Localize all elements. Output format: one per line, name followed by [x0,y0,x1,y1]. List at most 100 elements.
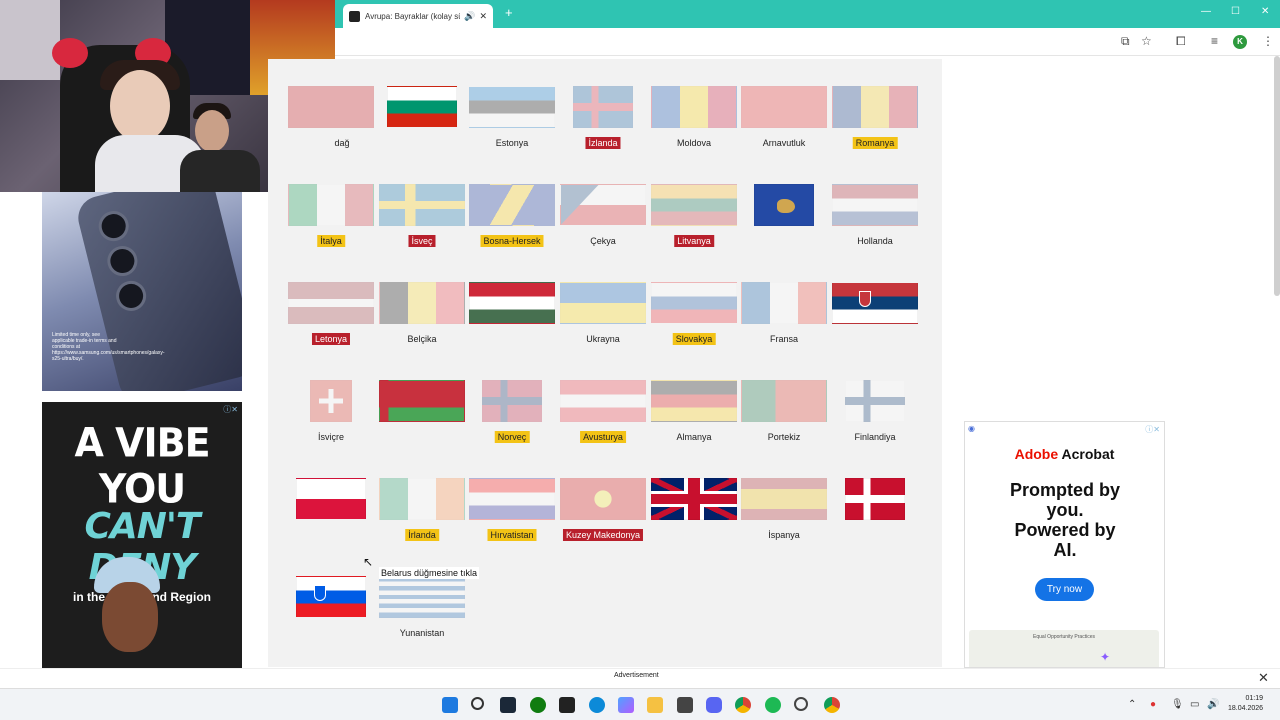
close-ad-icon[interactable]: ✕ [1258,670,1269,686]
copilot-icon[interactable] [618,697,634,713]
flag-lithuania-label: Litvanya [674,235,714,247]
flag-iceland [573,86,633,128]
close-window-icon[interactable]: ✕ [1261,6,1269,17]
flag-slovakia [651,282,737,324]
flag-sweden [379,184,465,226]
bookmark-star-icon[interactable]: ☆ [1141,34,1152,48]
ad-fine-print: Limited time only, see applicable trade-… [52,332,165,362]
ad-info-icon[interactable]: ◉ [968,424,975,433]
extensions-icon[interactable]: ⧠ [1176,34,1186,49]
flag-austria-label: Avusturya [580,431,626,443]
flag-serbia[interactable] [832,282,918,324]
flag-moldova-label: Moldova [676,138,712,148]
minimize-icon[interactable]: — [1201,6,1211,17]
flag-slovakia-label: Slovakya [672,333,716,345]
file-explorer-icon[interactable] [647,697,663,713]
flag-italy [288,184,374,226]
steam-icon[interactable] [500,697,516,713]
tray-overflow-icon[interactable]: ⌃ [1128,699,1136,710]
person-face [195,110,229,152]
microphone-icon[interactable]: 🎙 [1171,699,1184,710]
maximize-icon[interactable]: ☐ [1231,6,1240,17]
flag-united-kingdom[interactable] [651,478,737,520]
flag-bosnia-label: Bosna-Hersek [480,235,544,247]
clock-time: 01:19 [1245,695,1264,702]
volume-icon[interactable]: 🔊 [1207,699,1219,710]
flag-croatia [469,478,555,520]
camera-lens [112,277,150,315]
edge-icon[interactable] [589,697,605,713]
question-prompt: Belarus düğmesine tıkla [379,567,480,579]
flag-ireland [379,478,465,520]
flag-norway [482,380,542,422]
flag-netherlands [832,184,918,226]
flag-poland[interactable] [296,478,366,520]
poster [0,0,60,80]
flag-norway-label: Norveç [494,431,530,443]
scrollbar[interactable] [1274,56,1280,296]
ad-samsung[interactable]: Limited time only, see applicable trade-… [42,192,242,391]
flag-north-macedonia-label: Kuzey Makedonya [562,529,644,541]
flag-north-macedonia [560,478,646,520]
man-face [102,582,158,652]
flag-estonia [469,86,555,128]
new-tab-button[interactable]: + [505,5,513,20]
clock[interactable]: 01:19 18.04.2026 [1228,694,1263,714]
reading-list-icon[interactable]: ≡ [1211,34,1218,48]
ad-choices-icon[interactable]: ⓘ✕ [1145,424,1160,435]
doc-title: Equal Opportunity Practices [1033,634,1095,640]
windows-start-icon[interactable] [442,697,458,713]
headphone-ear [52,38,88,68]
flag-greece [379,576,465,618]
browser-tab[interactable]: Avrupa: Bayraklar (kolay sü 🔊 ✕ [343,4,493,28]
app-icon[interactable] [794,697,808,711]
sparkle-icon: ✦ [1099,650,1110,664]
tab-strip: Avrupa: Bayraklar (kolay sü 🔊 ✕ + — ☐ ✕ [335,0,1280,28]
advertisement-label: Advertisement [614,672,659,679]
flag-game-board [268,59,942,667]
flag-belgium-label: Belçika [407,334,437,344]
epic-games-icon[interactable] [559,697,575,713]
tray-app-icon[interactable]: ● [1150,699,1156,710]
flag-spain [741,478,827,520]
flag-belarus[interactable] [379,380,465,422]
flag-sweden-label: İsveç [408,235,436,247]
flag-greece-label: Yunanistan [399,628,445,638]
search-icon[interactable] [471,697,484,710]
xbox-icon[interactable] [530,697,546,713]
flag-latvia-label: Letonya [311,333,351,345]
flag-czechia-label: Çekya [590,236,616,246]
camera-lens [95,207,132,245]
coat-of-arms [314,585,326,601]
chrome-icon[interactable] [735,697,751,713]
flag-bulgaria[interactable] [387,86,457,128]
close-tab-icon[interactable]: ✕ [479,11,487,22]
flag-germany [651,380,737,422]
discord-icon[interactable] [706,697,722,713]
chrome-active-icon[interactable] [824,697,840,713]
ad-acrobat[interactable]: ◉ ⓘ✕ Adobe Acrobat Prompted by you. Powe… [964,421,1165,668]
flag-croatia-label: Hırvatistan [487,529,537,541]
flag-kosovo[interactable] [754,184,814,226]
ad-headline: A VIBE YOU [74,419,210,513]
coat-of-arms [859,291,871,307]
swiss-cross [311,381,351,421]
network-icon[interactable]: ▭ [1190,699,1199,710]
speaker-icon[interactable]: 🔊 [464,11,475,22]
install-app-icon[interactable]: ⧉ [1121,34,1130,49]
flag-albania [741,86,827,128]
ad-richmond[interactable]: ⓘ✕ A VIBE YOU CAN'T DENY in the Richmond… [42,402,242,668]
profile-avatar[interactable]: K [1233,35,1247,49]
spotify-icon[interactable] [765,697,781,713]
try-now-button[interactable]: Try now [1034,578,1095,601]
menu-icon[interactable]: ⋮ [1262,34,1274,48]
flag-ireland-label: İrlanda [405,529,439,541]
flag-denmark[interactable] [845,478,905,520]
ad-choices-icon[interactable]: ⓘ✕ [223,404,238,415]
flag-portugal [741,380,827,422]
flag-switzerland [310,380,352,422]
store-icon[interactable] [677,697,693,713]
flag-slovenia[interactable] [296,576,366,618]
flag-spain-label: İspanya [768,530,800,540]
flag-hungary[interactable] [469,282,555,324]
